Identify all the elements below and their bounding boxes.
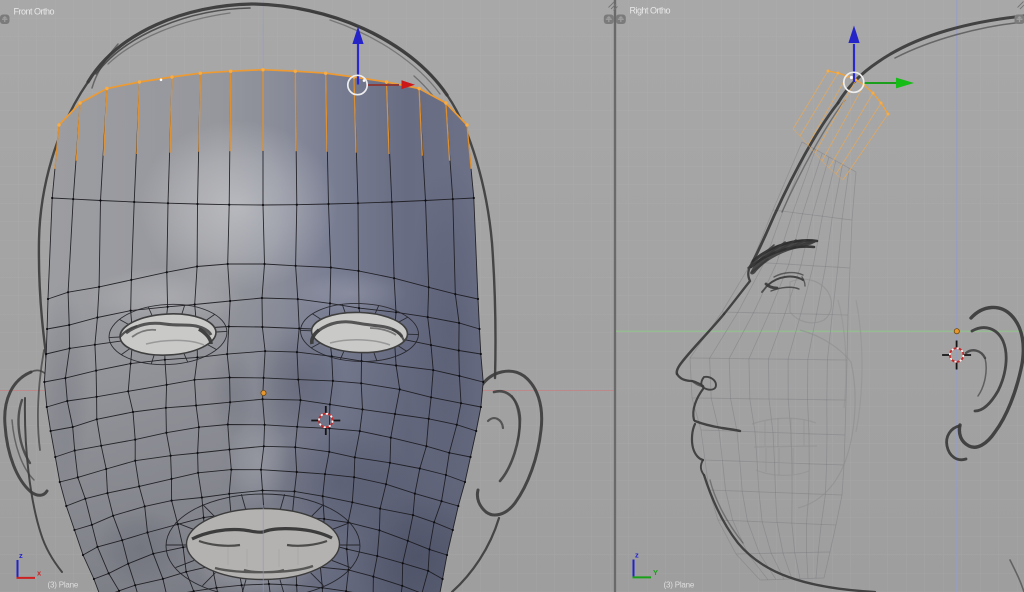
svg-text:Front Ortho: Front Ortho [14, 7, 55, 17]
svg-text:z: z [19, 551, 23, 560]
svg-text:(3) Plane: (3) Plane [664, 581, 695, 590]
svg-text:Y: Y [653, 568, 658, 577]
svg-text:z: z [635, 551, 639, 560]
svg-text:(3) Plane: (3) Plane [48, 581, 79, 590]
svg-text:Right Ortho: Right Ortho [630, 6, 671, 16]
